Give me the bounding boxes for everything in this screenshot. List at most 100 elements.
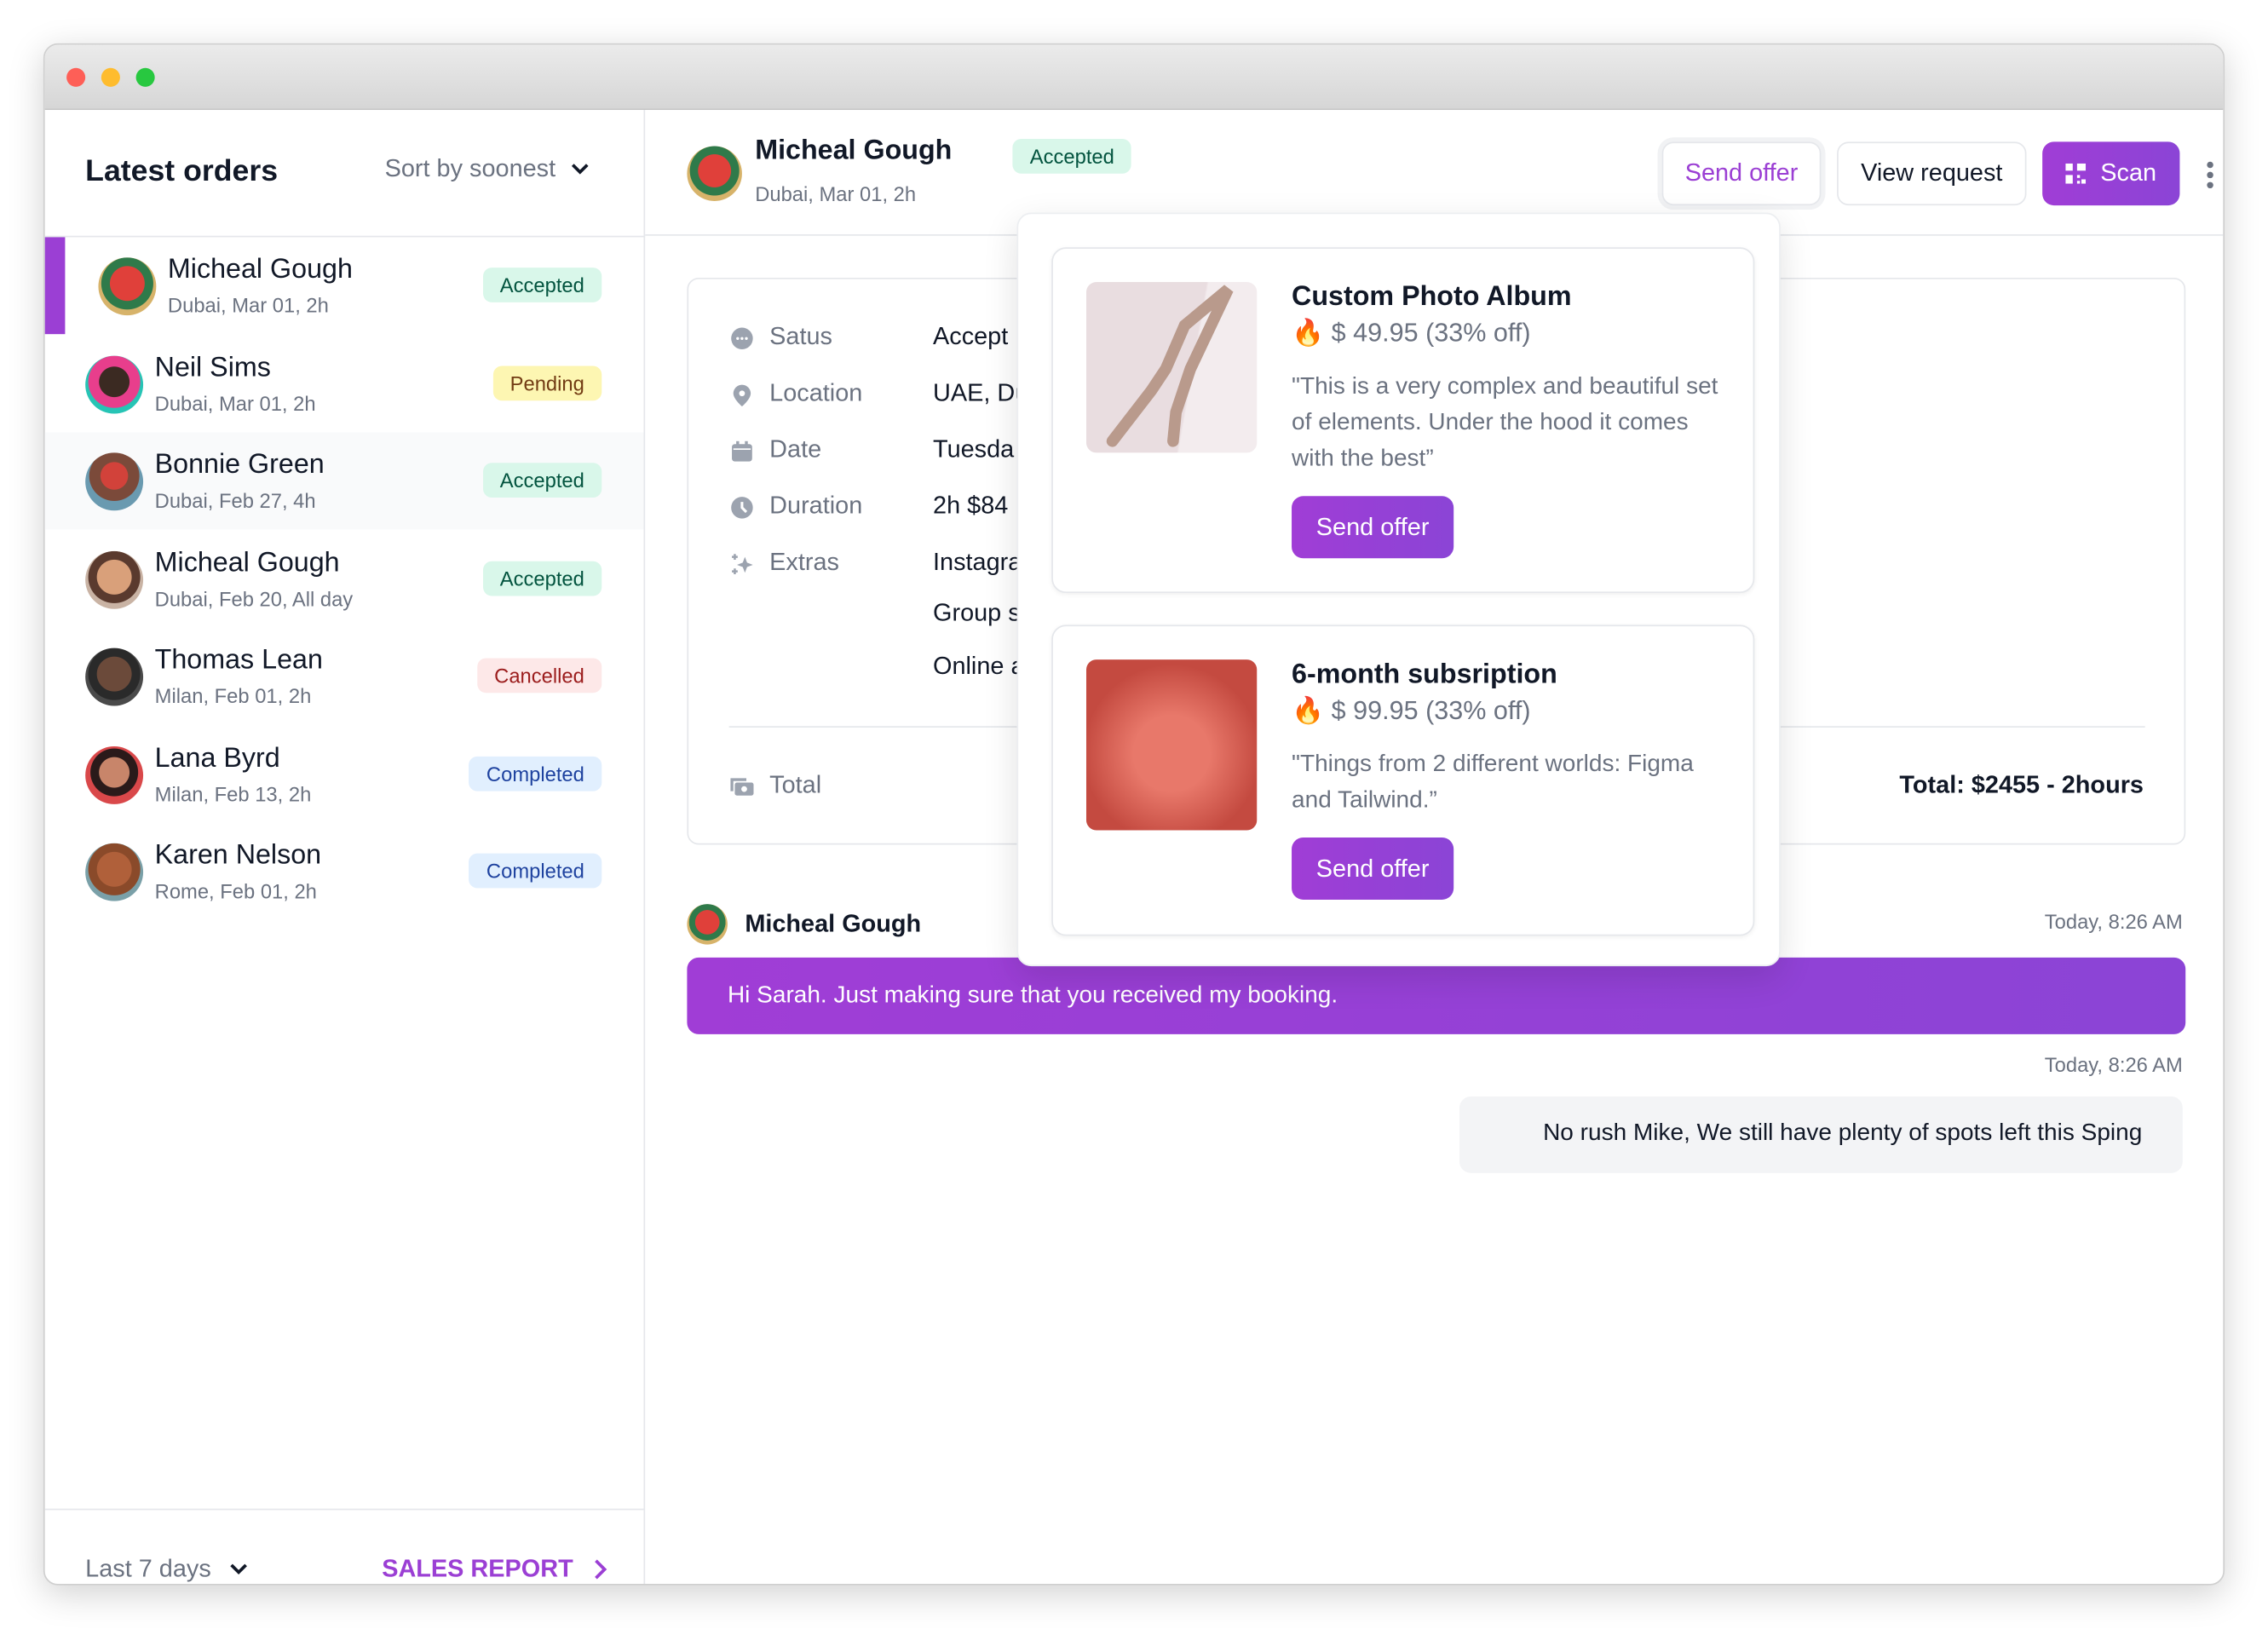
send-offer-button[interactable]: Send offer (1661, 141, 1822, 206)
extra-item: Group s (933, 598, 1021, 627)
sender-avatar (687, 904, 728, 945)
customer-name: Thomas Lean (154, 645, 323, 676)
status-badge: Completed (469, 853, 602, 889)
status-badge: Pending (492, 365, 602, 400)
offer-price: 🔥 $ 49.95 (33% off) (1292, 318, 1530, 348)
sales-report-label: SALES REPORT (382, 1555, 573, 1583)
order-meta: Dubai, Mar 01, 2h (167, 293, 329, 317)
offer-image (1085, 659, 1258, 831)
app-window: Latest orders Sort by soonest Micheal Go… (43, 43, 2225, 1586)
customer-avatar (85, 843, 144, 901)
chevron-down-icon (572, 164, 589, 175)
detail-value: UAE, Du (933, 378, 1029, 407)
offer-image (1085, 282, 1258, 453)
message-bubble-incoming: Hi Sarah. Just making sure that you rece… (687, 957, 2186, 1034)
maximize-window-button[interactable] (135, 67, 155, 87)
sidebar-footer: Last 7 days SALES REPORT (44, 1508, 644, 1584)
customer-avatar (85, 452, 144, 511)
close-window-button[interactable] (66, 67, 86, 87)
customer-avatar (85, 354, 144, 413)
cash-icon (730, 778, 754, 796)
order-list-item[interactable]: Micheal Gough Dubai, Feb 20, All day Acc… (45, 530, 644, 627)
total-value: Total: $2455 - 2hours (1899, 770, 2144, 799)
order-meta: Rome, Feb 01, 2h (154, 879, 317, 903)
sender-name: Micheal Gough (745, 909, 922, 938)
status-badge: Accepted (482, 463, 602, 498)
order-list-item[interactable]: Lana Byrd Milan, Feb 13, 2h Completed (45, 725, 644, 822)
offer-price-value: $ 49.95 (33% off) (1331, 318, 1531, 348)
view-request-button[interactable]: View request (1837, 141, 2027, 206)
date-range-label: Last 7 days (85, 1555, 211, 1583)
offer-price-value: $ 99.95 (33% off) (1331, 695, 1531, 725)
order-meta: Milan, Feb 01, 2h (154, 684, 312, 708)
scan-label: Scan (2100, 158, 2157, 187)
customer-name: Karen Nelson (154, 840, 322, 872)
calendar-icon (732, 440, 752, 462)
order-list-item[interactable]: Thomas Lean Milan, Feb 01, 2h Cancelled (45, 628, 644, 725)
extra-item: Online a (933, 652, 1025, 680)
customer-name: Micheal Gough (167, 254, 353, 285)
chat-dots-icon (731, 327, 753, 349)
order-meta: Milan, Feb 13, 2h (154, 781, 312, 805)
offer-title: 6-month subsription (1292, 659, 1557, 690)
order-list-item[interactable]: Karen Nelson Rome, Feb 01, 2h Completed (45, 823, 644, 920)
detail-label: Extras (769, 548, 839, 576)
minimize-window-button[interactable] (101, 67, 120, 87)
sidebar-header: Latest orders Sort by soonest (44, 110, 646, 238)
customer-name: Bonnie Green (154, 449, 325, 481)
chevron-down-icon (230, 1563, 247, 1575)
scan-button[interactable]: Scan (2042, 141, 2180, 206)
status-badge: Accepted (482, 268, 602, 302)
customer-avatar (687, 146, 742, 201)
fire-icon: 🔥 (1292, 695, 1325, 725)
sidebar-title: Latest orders (85, 154, 279, 188)
detail-value: Instagra (933, 548, 1022, 576)
status-badge: Accepted (1012, 138, 1132, 174)
fire-icon: 🔥 (1292, 318, 1325, 348)
sparkles-icon (732, 554, 753, 574)
customer-name: Micheal Gough (154, 547, 340, 578)
status-badge: Accepted (482, 560, 602, 596)
detail-label: Satus (769, 322, 832, 350)
more-options-icon[interactable] (2204, 160, 2216, 189)
offer-description: "Things from 2 different worlds: Figma a… (1292, 751, 1694, 814)
offer-price: 🔥 $ 99.95 (33% off) (1292, 696, 1530, 727)
qr-code-icon (2065, 163, 2087, 184)
detail-value: Tuesda (933, 435, 1015, 463)
order-meta: Dubai, Feb 20, All day (154, 586, 354, 610)
customer-name: Lana Byrd (154, 742, 280, 774)
order-meta: Dubai, Mar 01, 2h (755, 181, 917, 206)
order-list-item[interactable]: Neil Sims Dubai, Mar 01, 2h Pending (45, 335, 644, 432)
customer-avatar (85, 648, 144, 706)
clock-icon (731, 497, 753, 519)
offer-send-button[interactable]: Send offer (1292, 496, 1454, 559)
order-meta: Dubai, Mar 01, 2h (154, 391, 316, 415)
offer-card: Custom Photo Album 🔥 $ 49.95 (33% off) "… (1051, 247, 1755, 594)
offer-send-button[interactable]: Send offer (1292, 837, 1454, 900)
message-time: Today, 8:26 AM (2044, 909, 2183, 934)
date-range-dropdown[interactable]: Last 7 days (85, 1555, 249, 1584)
sort-dropdown[interactable]: Sort by soonest (385, 155, 590, 184)
offer-title: Custom Photo Album (1292, 282, 1572, 313)
offer-card: 6-month subsription 🔥 $ 99.95 (33% off) … (1051, 625, 1755, 936)
total-label: Total (769, 770, 822, 799)
message-time: Today, 8:26 AM (2044, 1052, 2183, 1077)
sales-report-link[interactable]: SALES REPORT (382, 1555, 607, 1584)
detail-label: Duration (769, 492, 863, 520)
orders-sidebar: Latest orders Sort by soonest Micheal Go… (44, 110, 646, 1584)
customer-avatar (98, 257, 157, 316)
customer-avatar (85, 550, 144, 608)
order-list-item[interactable]: Bonnie Green Dubai, Feb 27, 4h Accepted (44, 432, 644, 530)
order-meta: Dubai, Feb 27, 4h (154, 488, 316, 512)
offer-description: "This is a very complex and beautiful se… (1292, 373, 1718, 472)
detail-label: Date (769, 435, 822, 463)
order-list-item[interactable]: Micheal Gough Dubai, Mar 01, 2h Accepted (44, 237, 644, 335)
detail-value: 2h $84 (933, 492, 1009, 520)
map-pin-icon (733, 384, 751, 407)
message-bubble-outgoing: No rush Mike, We still have plenty of sp… (1459, 1096, 2183, 1173)
status-badge: Cancelled (476, 658, 602, 694)
status-badge: Completed (469, 756, 602, 791)
selected-indicator (44, 237, 66, 335)
customer-avatar (85, 745, 144, 804)
offers-popover: Custom Photo Album 🔥 $ 49.95 (33% off) "… (1016, 212, 1781, 967)
